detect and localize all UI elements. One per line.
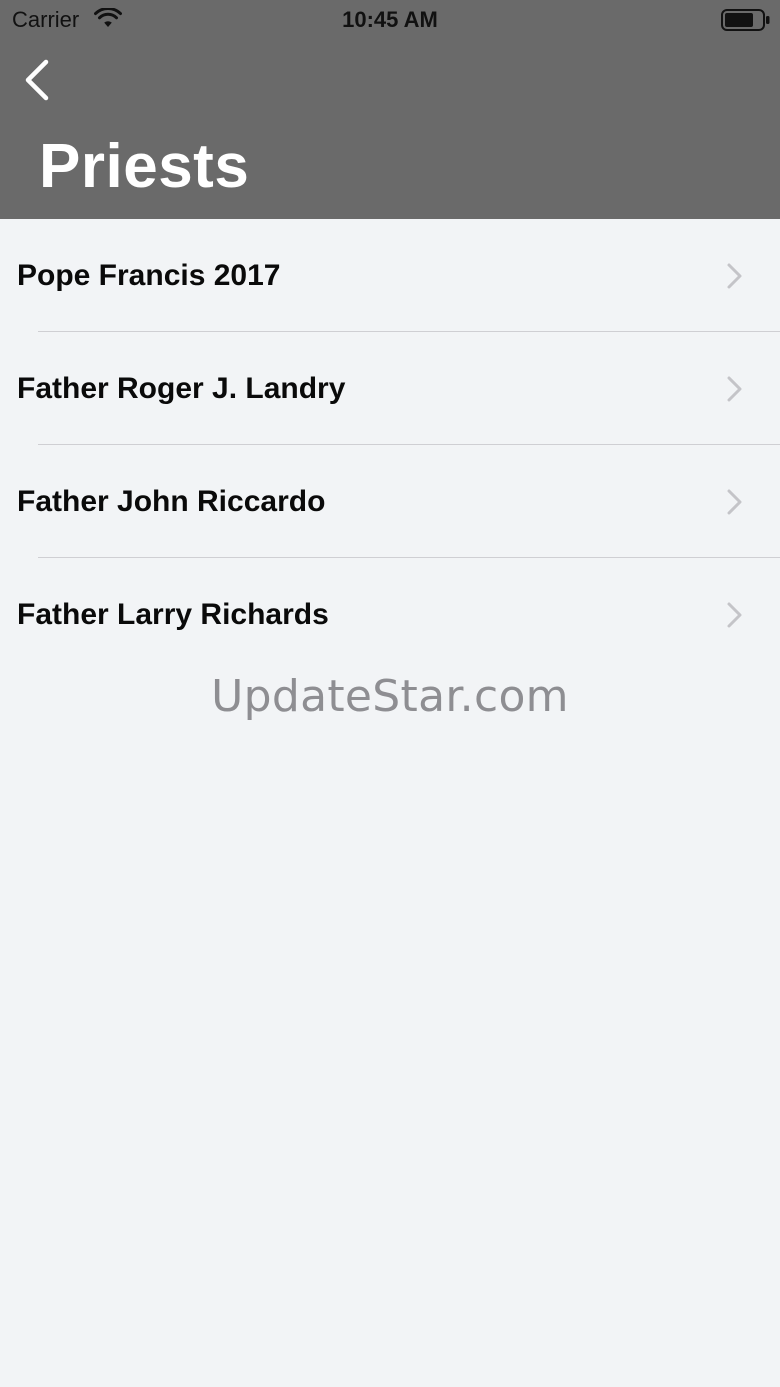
- status-time: 10:45 AM: [342, 7, 438, 32]
- watermark: UpdateStar.com: [211, 671, 569, 722]
- page-title: Priests: [39, 132, 250, 201]
- chevron-right-icon: [727, 376, 742, 402]
- list-item[interactable]: Father Roger J. Landry: [0, 332, 780, 445]
- list-item-label: Father Roger J. Landry: [17, 372, 346, 405]
- chevron-right-icon: [727, 263, 742, 289]
- chevron-right-icon: [727, 602, 742, 628]
- screen: Carrier 10:45 AM Priests Pope Francis 20…: [0, 0, 780, 1387]
- list-item-label: Pope Francis 2017: [17, 259, 281, 292]
- status-bar: Carrier 10:45 AM: [0, 0, 780, 40]
- navigation-bar: Carrier 10:45 AM Priests: [0, 0, 780, 219]
- chevron-left-icon: [25, 59, 49, 101]
- list-item[interactable]: Father Larry Richards: [0, 558, 780, 671]
- list-item-label: Father Larry Richards: [17, 598, 329, 631]
- battery-icon: [721, 9, 770, 31]
- list-item[interactable]: Father John Riccardo: [0, 445, 780, 558]
- list-item-label: Father John Riccardo: [17, 485, 326, 518]
- list-item[interactable]: Pope Francis 2017: [0, 219, 780, 332]
- back-button[interactable]: [14, 56, 62, 104]
- chevron-right-icon: [727, 489, 742, 515]
- priests-list: Pope Francis 2017 Father Roger J. Landry…: [0, 219, 780, 671]
